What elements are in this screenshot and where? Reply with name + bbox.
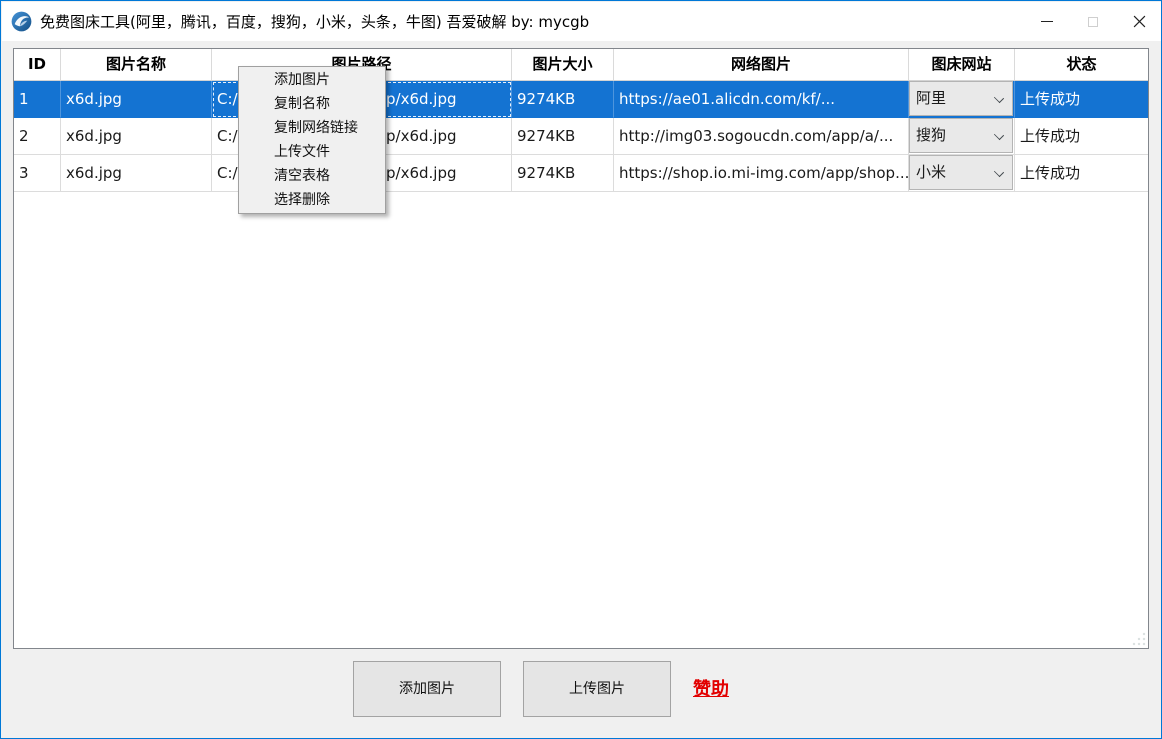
- title-bar: 免费图床工具(阿里，腾讯，百度，搜狗，小米，头条，牛图) 吾爱破解 by: my…: [2, 2, 1162, 41]
- caption-buttons: [1024, 2, 1162, 41]
- add-image-button[interactable]: 添加图片: [353, 661, 501, 717]
- cell-url[interactable]: https://shop.io.mi-img.com/app/shop...: [614, 155, 909, 192]
- menu-item-copy-name[interactable]: 复制名称: [239, 92, 385, 116]
- sponsor-link[interactable]: 赞助: [693, 675, 729, 701]
- cell-site: 阿里: [909, 81, 1015, 118]
- path-fragment-left: C:/: [217, 164, 238, 182]
- menu-item-add-image[interactable]: 添加图片: [239, 68, 385, 92]
- cell-size[interactable]: 9274KB: [512, 118, 614, 155]
- cell-status[interactable]: 上传成功: [1015, 155, 1148, 192]
- menu-item-select-delete[interactable]: 选择删除: [239, 188, 385, 212]
- menu-item-copy-link[interactable]: 复制网络链接: [239, 116, 385, 140]
- cell-size[interactable]: 9274KB: [512, 81, 614, 118]
- maximize-icon: [1088, 17, 1098, 27]
- cell-size[interactable]: 9274KB: [512, 155, 614, 192]
- cell-url[interactable]: http://img03.sogoucdn.com/app/a/...: [614, 118, 909, 155]
- cell-status[interactable]: 上传成功: [1015, 81, 1148, 118]
- site-select-value: 搜狗: [916, 126, 946, 144]
- minimize-button[interactable]: [1024, 2, 1070, 41]
- table-row[interactable]: 3 x6d.jpg C:/ p/x6d.jpg 9274KB https://s…: [14, 155, 1148, 192]
- column-header-site[interactable]: 图床网站: [909, 49, 1015, 81]
- site-select-value: 阿里: [916, 89, 946, 107]
- column-header-url[interactable]: 网络图片: [614, 49, 909, 81]
- menu-item-upload-file[interactable]: 上传文件: [239, 140, 385, 164]
- site-select[interactable]: 阿里: [909, 81, 1013, 116]
- column-header-id[interactable]: ID: [14, 49, 61, 81]
- menu-item-clear-table[interactable]: 清空表格: [239, 164, 385, 188]
- upload-image-button[interactable]: 上传图片: [523, 661, 671, 717]
- cell-url[interactable]: https://ae01.alicdn.com/kf/...: [614, 81, 909, 118]
- path-fragment-left: C:/: [217, 90, 238, 108]
- cell-name[interactable]: x6d.jpg: [61, 118, 212, 155]
- window-title: 免费图床工具(阿里，腾讯，百度，搜狗，小米，头条，牛图) 吾爱破解 by: my…: [40, 11, 589, 32]
- site-select[interactable]: 搜狗: [909, 118, 1013, 153]
- chevron-down-icon: [994, 130, 1004, 140]
- cell-status[interactable]: 上传成功: [1015, 118, 1148, 155]
- context-menu: 添加图片 复制名称 复制网络链接 上传文件 清空表格 选择删除: [238, 66, 386, 214]
- chevron-down-icon: [994, 93, 1004, 103]
- cell-id[interactable]: 3: [14, 155, 61, 192]
- app-window: 免费图床工具(阿里，腾讯，百度，搜狗，小米，头条，牛图) 吾爱破解 by: my…: [0, 0, 1162, 739]
- site-select[interactable]: 小米: [909, 155, 1013, 190]
- app-logo-icon: [11, 11, 32, 32]
- chevron-down-icon: [994, 167, 1004, 177]
- cell-name[interactable]: x6d.jpg: [61, 81, 212, 118]
- minimize-icon: [1041, 21, 1053, 22]
- path-fragment-right: p/x6d.jpg: [386, 155, 457, 191]
- path-fragment-right: p/x6d.jpg: [386, 118, 457, 154]
- cell-site: 搜狗: [909, 118, 1015, 155]
- close-icon: [1133, 15, 1146, 28]
- column-header-name[interactable]: 图片名称: [61, 49, 212, 81]
- maximize-button[interactable]: [1070, 2, 1116, 41]
- table-row[interactable]: 2 x6d.jpg C:/ p/x6d.jpg 9274KB http://im…: [14, 118, 1148, 155]
- column-header-size[interactable]: 图片大小: [512, 49, 614, 81]
- resize-grip: [1132, 632, 1146, 646]
- cell-name[interactable]: x6d.jpg: [61, 155, 212, 192]
- site-select-value: 小米: [916, 163, 946, 181]
- cell-id[interactable]: 2: [14, 118, 61, 155]
- path-fragment-right: p/x6d.jpg: [386, 81, 457, 117]
- cell-id[interactable]: 1: [14, 81, 61, 118]
- close-button[interactable]: [1116, 2, 1162, 41]
- path-fragment-left: C:/: [217, 127, 238, 145]
- column-header-status[interactable]: 状态: [1015, 49, 1148, 81]
- table-row[interactable]: 1 x6d.jpg C:/ p/x6d.jpg 9274KB https://a…: [14, 81, 1148, 118]
- image-table: ID 图片名称 图片路径 图片大小 网络图片 图床网站 状态 1 x6d.jpg…: [13, 48, 1149, 649]
- cell-site: 小米: [909, 155, 1015, 192]
- table-header-row: ID 图片名称 图片路径 图片大小 网络图片 图床网站 状态: [14, 49, 1148, 81]
